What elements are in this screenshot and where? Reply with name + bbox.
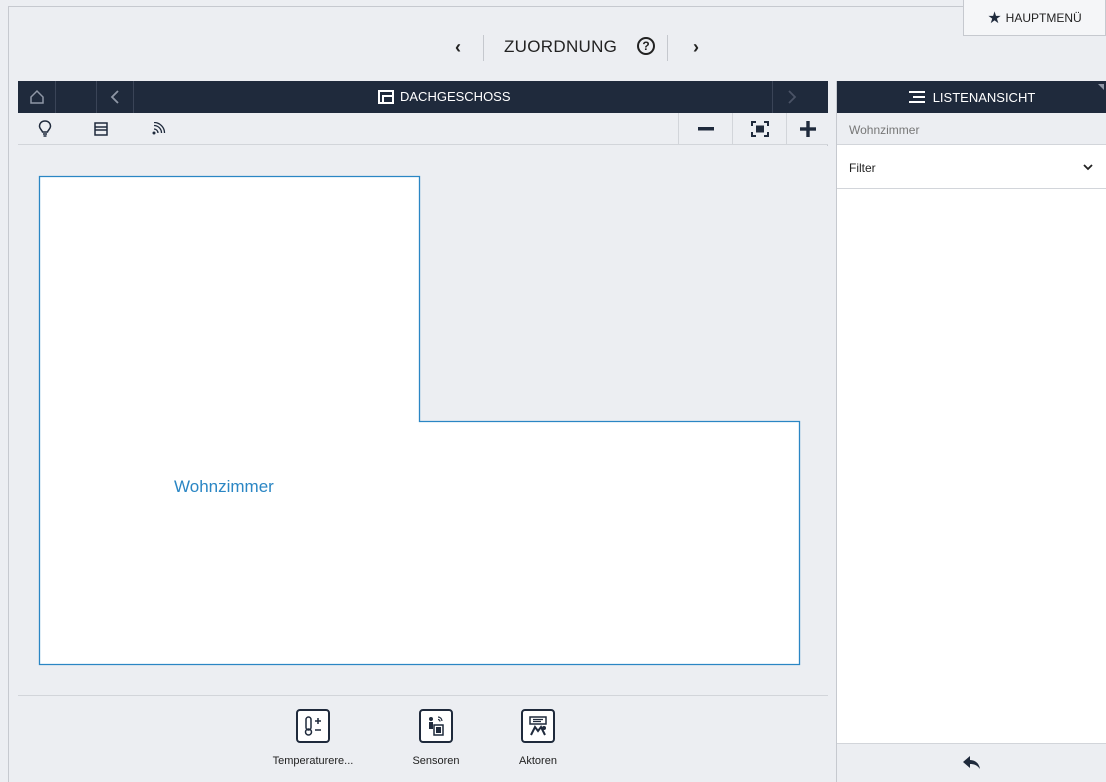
floorplan-panel: DACHGESCHOSS Wohnzimmer Temperaturere...…: [18, 81, 828, 782]
mainmenu-label: HAUPTMENÜ: [1005, 10, 1082, 25]
zoom-out-button[interactable]: [678, 113, 732, 145]
lightbulb-icon: [38, 120, 52, 137]
mainmenu-button[interactable]: ★ HAUPTMENÜ: [963, 0, 1106, 36]
list-footer: [837, 743, 1106, 782]
room-shape[interactable]: [18, 146, 828, 695]
zoom-fit-button[interactable]: [732, 113, 786, 145]
next-section-button[interactable]: ›: [693, 37, 699, 58]
list-view-label: LISTENANSICHT: [932, 89, 1036, 105]
help-icon[interactable]: ?: [637, 37, 655, 55]
floorplan-header: DACHGESCHOSS: [18, 81, 828, 113]
actuator-icon: [521, 709, 555, 743]
zoom-in-button[interactable]: [786, 113, 828, 145]
blind-icon: [94, 122, 108, 136]
filter-dropdown[interactable]: Filter: [837, 145, 1106, 189]
room-label[interactable]: Wohnzimmer: [174, 477, 274, 497]
filter-label: Filter: [849, 161, 876, 175]
corner-indicator: [1098, 84, 1104, 90]
category-label: Aktoren: [519, 755, 557, 767]
divider: [667, 35, 668, 61]
radio-filter-button[interactable]: [148, 113, 172, 145]
floorplan-canvas[interactable]: Wohnzimmer: [18, 146, 828, 695]
light-filter-button[interactable]: [34, 113, 56, 145]
floor-title-label: DACHGESCHOSS: [400, 89, 511, 104]
category-temperature[interactable]: Temperaturere...: [268, 709, 358, 767]
device-list: [837, 189, 1106, 743]
previous-section-button[interactable]: ‹: [455, 37, 461, 58]
top-bar: ‹ ZUORDNUNG ? ›: [9, 7, 1106, 80]
category-sensors[interactable]: Sensoren: [404, 709, 468, 767]
minus-icon: [697, 127, 714, 131]
floorplan-icon: [378, 89, 394, 104]
floor-title: DACHGESCHOSS: [378, 89, 511, 104]
chevron-right-icon: [787, 90, 796, 104]
reply-back-icon[interactable]: [963, 756, 981, 770]
chevron-left-icon: [110, 90, 119, 104]
sensor-icon: [419, 709, 453, 743]
selected-room: Wohnzimmer: [837, 113, 1106, 145]
list-icon: [908, 91, 925, 103]
category-actuators[interactable]: Aktoren: [506, 709, 570, 767]
star-icon: ★: [987, 9, 1002, 27]
home-button[interactable]: [18, 81, 56, 113]
category-label: Temperaturere...: [272, 755, 354, 767]
chevron-down-icon: [1083, 160, 1093, 174]
fit-screen-icon: [750, 121, 769, 137]
category-bar: Temperaturere... Sensoren Aktoren: [18, 695, 828, 782]
floorplan-toolbar: [18, 113, 828, 145]
floor-forward-button[interactable]: [772, 81, 810, 113]
list-panel: LISTENANSICHT Wohnzimmer Filter: [836, 81, 1106, 782]
page-title: ZUORDNUNG: [504, 37, 618, 56]
home-icon: [29, 89, 44, 104]
list-view-header[interactable]: LISTENANSICHT: [837, 81, 1106, 113]
category-label: Sensoren: [412, 755, 460, 767]
divider: [483, 35, 484, 61]
blind-filter-button[interactable]: [90, 113, 112, 145]
plus-icon: [799, 121, 816, 137]
thermostat-icon: [296, 709, 330, 743]
radio-wave-icon: [152, 122, 166, 135]
floor-back-button[interactable]: [96, 81, 134, 113]
